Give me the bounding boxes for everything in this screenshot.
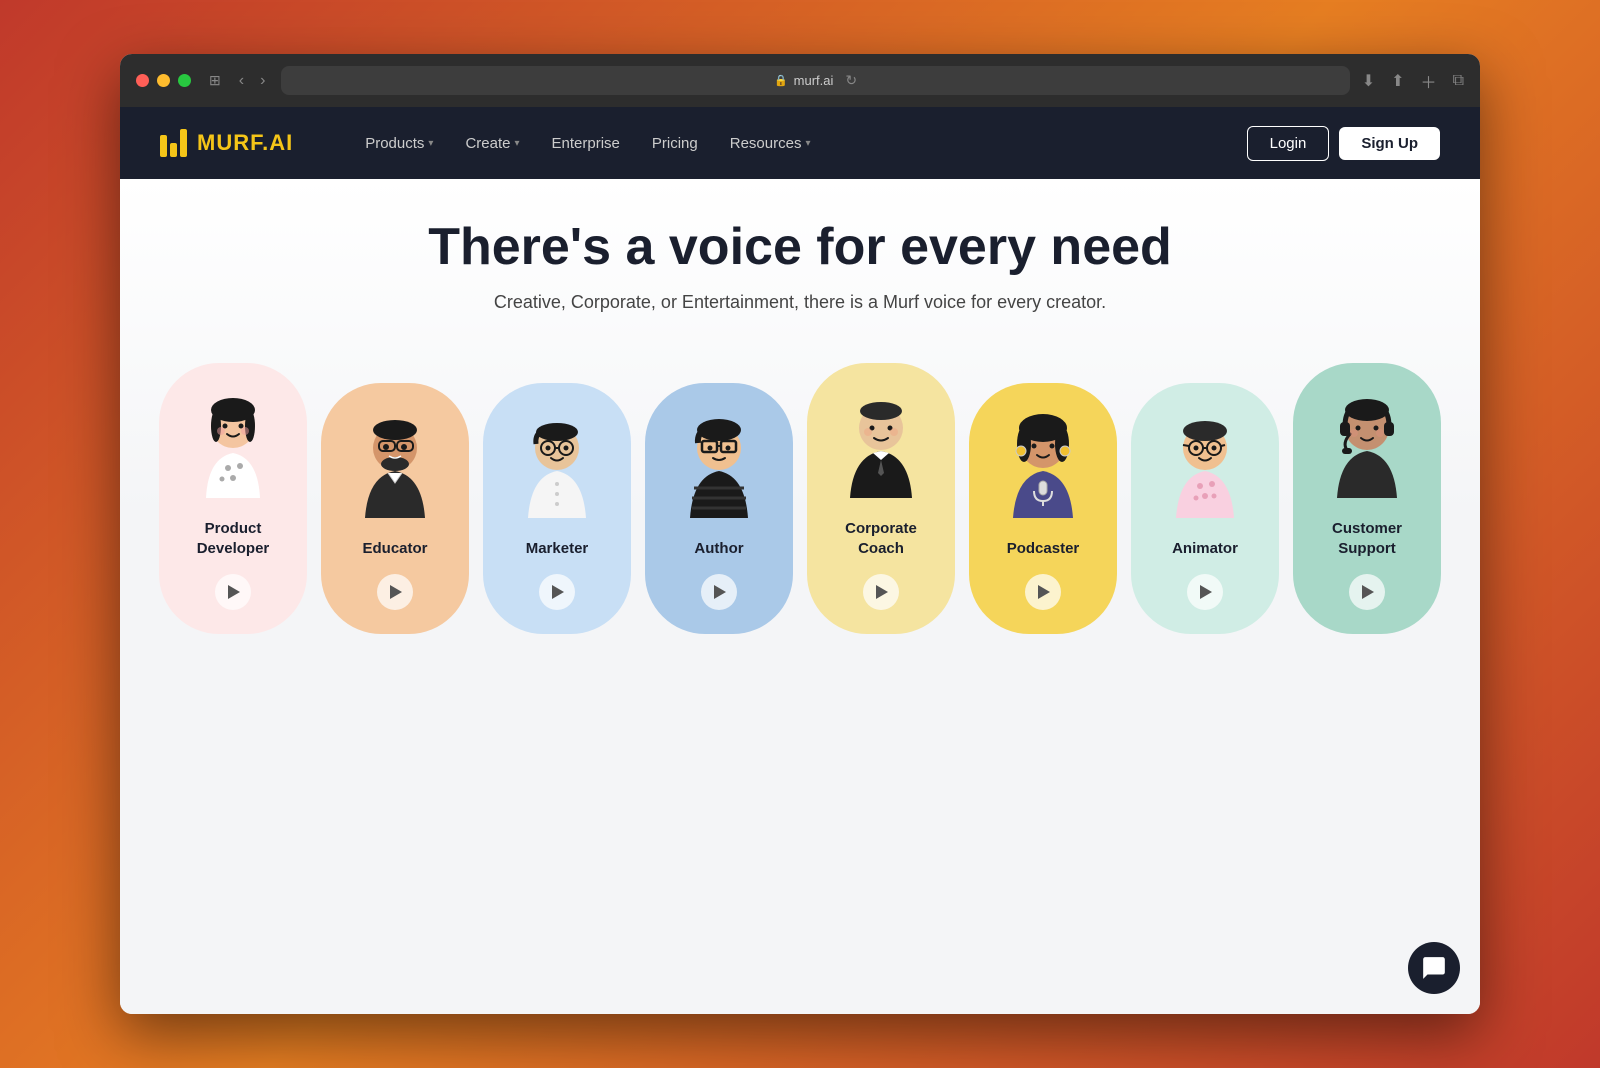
play-button-corporate-coach[interactable] [863, 574, 899, 610]
play-icon [228, 585, 240, 599]
persona-name-customer-support: Customer Support [1307, 519, 1427, 558]
persona-name-corporate-coach: Corporate Coach [821, 519, 941, 558]
traffic-lights [136, 74, 191, 87]
lock-icon: 🔒 [774, 74, 788, 87]
play-button-author[interactable] [701, 574, 737, 610]
persona-avatar [988, 403, 1098, 523]
play-icon [876, 585, 888, 599]
sidebar-toggle-button[interactable]: ⊞ [203, 70, 227, 91]
persona-avatar [502, 403, 612, 523]
persona-avatar [178, 383, 288, 503]
persona-avatar [1312, 383, 1422, 503]
persona-card-customer-support[interactable]: Customer Support [1293, 363, 1441, 634]
nav-enterprise[interactable]: Enterprise [540, 127, 632, 160]
main-content: There's a voice for every need Creative,… [120, 179, 1480, 1014]
browser-actions: ⬇ ⬆ ＋ ⧉ [1362, 69, 1464, 93]
back-button[interactable]: ‹ [235, 70, 248, 92]
reload-icon[interactable]: ↻ [845, 72, 857, 89]
persona-avatar [1150, 403, 1260, 523]
play-icon [1038, 585, 1050, 599]
persona-avatar [826, 383, 936, 503]
play-button-animator[interactable] [1187, 574, 1223, 610]
persona-name-author: Author [694, 539, 743, 559]
persona-card-marketer[interactable]: Marketer [483, 383, 631, 635]
chat-bubble-button[interactable] [1408, 942, 1460, 994]
site-nav: Products ▾ Create ▾ Enterprise Pricing R… [353, 127, 1246, 160]
url-text: murf.ai [794, 73, 834, 88]
persona-name-educator: Educator [362, 539, 427, 559]
play-button-product-developer[interactable] [215, 574, 251, 610]
persona-name-animator: Animator [1172, 539, 1238, 559]
nav-resources[interactable]: Resources ▾ [718, 127, 823, 160]
play-button-marketer[interactable] [539, 574, 575, 610]
browser-window: ⊞ ‹ › 🔒 murf.ai ↻ ⬇ ⬆ ＋ ⧉ MURF.AI [120, 54, 1480, 1014]
persona-avatar [664, 403, 774, 523]
persona-card-animator[interactable]: Animator [1131, 383, 1279, 635]
download-icon[interactable]: ⬇ [1362, 71, 1375, 91]
share-icon[interactable]: ⬆ [1391, 71, 1404, 91]
play-button-educator[interactable] [377, 574, 413, 610]
extensions-icon[interactable]: ⧉ [1453, 72, 1464, 90]
signup-button[interactable]: Sign Up [1339, 127, 1440, 160]
persona-card-author[interactable]: Author [645, 383, 793, 635]
persona-cards-row: Product Developer [160, 363, 1440, 634]
persona-name-podcaster: Podcaster [1007, 539, 1080, 559]
chevron-down-icon: ▾ [514, 138, 519, 149]
persona-card-corporate-coach[interactable]: Corporate Coach [807, 363, 955, 634]
persona-card-podcaster[interactable]: Podcaster [969, 383, 1117, 635]
hero-subtitle: Creative, Corporate, or Entertainment, t… [494, 292, 1106, 313]
persona-card-educator[interactable]: Educator [321, 383, 469, 635]
persona-name-marketer: Marketer [526, 539, 589, 559]
forward-button[interactable]: › [256, 70, 269, 92]
persona-avatar [340, 403, 450, 523]
nav-products[interactable]: Products ▾ [353, 127, 445, 160]
close-button[interactable] [136, 74, 149, 87]
logo-text: MURF.AI [197, 130, 293, 156]
chevron-down-icon: ▾ [805, 138, 810, 149]
play-icon [1362, 585, 1374, 599]
play-icon [1200, 585, 1212, 599]
persona-name-product-developer: Product Developer [173, 519, 293, 558]
new-tab-icon[interactable]: ＋ [1421, 69, 1437, 93]
maximize-button[interactable] [178, 74, 191, 87]
nav-pricing[interactable]: Pricing [640, 127, 710, 160]
login-button[interactable]: Login [1247, 126, 1330, 161]
chevron-down-icon: ▾ [428, 138, 433, 149]
address-bar[interactable]: 🔒 murf.ai ↻ [281, 66, 1349, 95]
logo-bars-icon [160, 129, 187, 157]
browser-chrome: ⊞ ‹ › 🔒 murf.ai ↻ ⬇ ⬆ ＋ ⧉ [120, 54, 1480, 107]
minimize-button[interactable] [157, 74, 170, 87]
play-icon [714, 585, 726, 599]
play-icon [390, 585, 402, 599]
browser-controls: ⊞ ‹ › [203, 70, 269, 92]
play-button-podcaster[interactable] [1025, 574, 1061, 610]
site-header: MURF.AI Products ▾ Create ▾ Enterprise P… [120, 107, 1480, 179]
nav-actions: Login Sign Up [1247, 126, 1440, 161]
chat-icon [1421, 955, 1447, 981]
logo[interactable]: MURF.AI [160, 129, 293, 157]
play-button-customer-support[interactable] [1349, 574, 1385, 610]
hero-title: There's a voice for every need [428, 219, 1172, 276]
nav-create[interactable]: Create ▾ [453, 127, 531, 160]
play-icon [552, 585, 564, 599]
persona-card-product-developer[interactable]: Product Developer [159, 363, 307, 634]
